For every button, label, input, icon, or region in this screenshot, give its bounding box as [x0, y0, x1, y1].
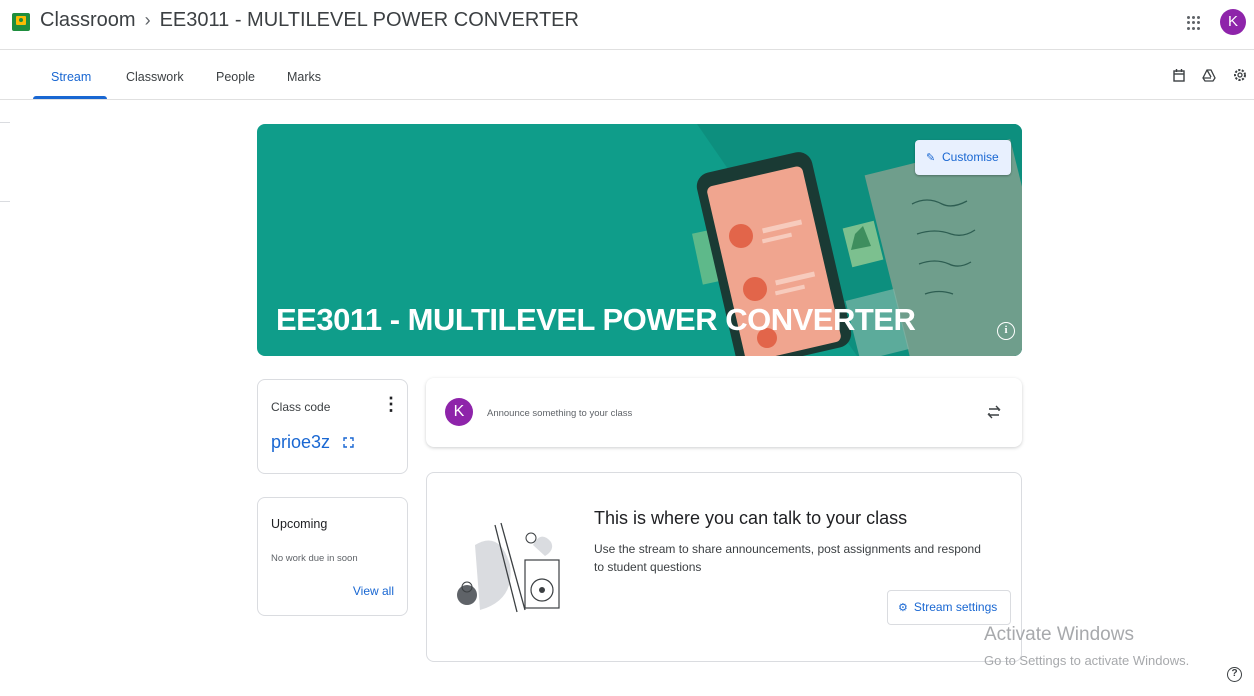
pencil-icon: ✎	[926, 152, 936, 164]
classroom-logo-icon[interactable]	[12, 13, 30, 31]
repost-icon[interactable]	[986, 403, 1002, 421]
fullscreen-icon[interactable]	[343, 437, 354, 448]
help-icon[interactable]: ?	[1227, 667, 1242, 682]
sidebar-edge	[0, 122, 10, 123]
banner-course-title: EE3011 - MULTILEVEL POWER CONVERTER	[276, 302, 916, 337]
user-avatar: K	[445, 398, 473, 426]
upcoming-note: No work due in soon	[271, 553, 358, 564]
activate-windows-hint: Go to Settings to activate Windows.	[984, 653, 1190, 668]
announce-box[interactable]: K Announce something to your class	[426, 378, 1022, 447]
account-avatar[interactable]: K	[1220, 9, 1246, 35]
calendar-icon[interactable]	[1172, 68, 1186, 82]
empty-state-title: This is where you can talk to your class	[594, 508, 908, 528]
class-banner: EE3011 - MULTILEVEL POWER CONVERTER ✎ Cus…	[257, 124, 1022, 356]
upcoming-card: Upcoming No work due in soon View all	[257, 497, 408, 616]
drive-icon[interactable]	[1202, 68, 1216, 82]
empty-state-body: Use the stream to share announcements, p…	[594, 542, 981, 574]
tab-stream[interactable]: Stream	[51, 70, 91, 84]
customise-button[interactable]: ✎ Customise	[915, 140, 1011, 175]
tab-classwork[interactable]: Classwork	[126, 70, 184, 84]
course-tabs: Stream Classwork People Marks	[0, 50, 1254, 100]
chevron-right-icon: ›	[144, 10, 151, 30]
settings-icon[interactable]	[1233, 68, 1247, 82]
stream-settings-button[interactable]: ⚙ Stream settings	[887, 590, 1011, 625]
class-code-label: Class code	[271, 400, 331, 414]
sidebar-edge	[0, 201, 10, 202]
stream-empty-state: This is where you can talk to your class…	[426, 472, 1022, 662]
view-all-link[interactable]: View all	[353, 584, 394, 598]
class-code-card: Class code ⋮ prioe3z	[257, 379, 408, 474]
info-icon[interactable]: i	[997, 322, 1015, 340]
tab-marks[interactable]: Marks	[287, 70, 321, 84]
class-code-value: prioe3z	[271, 432, 331, 452]
empty-stream-illustration	[457, 522, 560, 613]
customise-label: Customise	[942, 150, 999, 164]
activate-windows-watermark: Activate Windows	[984, 624, 1134, 645]
apps-grid-icon[interactable]	[1187, 16, 1201, 30]
upcoming-title: Upcoming	[271, 517, 328, 531]
active-tab-indicator	[33, 96, 107, 99]
breadcrumb-course-title[interactable]: EE3011 - MULTILEVEL POWER CONVERTER	[160, 9, 579, 31]
settings-icon: ⚙	[898, 602, 908, 614]
breadcrumb: Classroom › EE3011 - MULTILEVEL POWER CONV…	[40, 9, 579, 32]
top-app-bar: Classroom › EE3011 - MULTILEVEL POWER CONV…	[0, 0, 1254, 50]
announce-placeholder[interactable]: Announce something to your class	[487, 408, 632, 419]
tab-people[interactable]: People	[216, 70, 255, 84]
stream-settings-label: Stream settings	[913, 600, 998, 614]
more-options-icon[interactable]: ⋮	[382, 395, 400, 413]
breadcrumb-app-name[interactable]: Classroom	[40, 9, 136, 31]
